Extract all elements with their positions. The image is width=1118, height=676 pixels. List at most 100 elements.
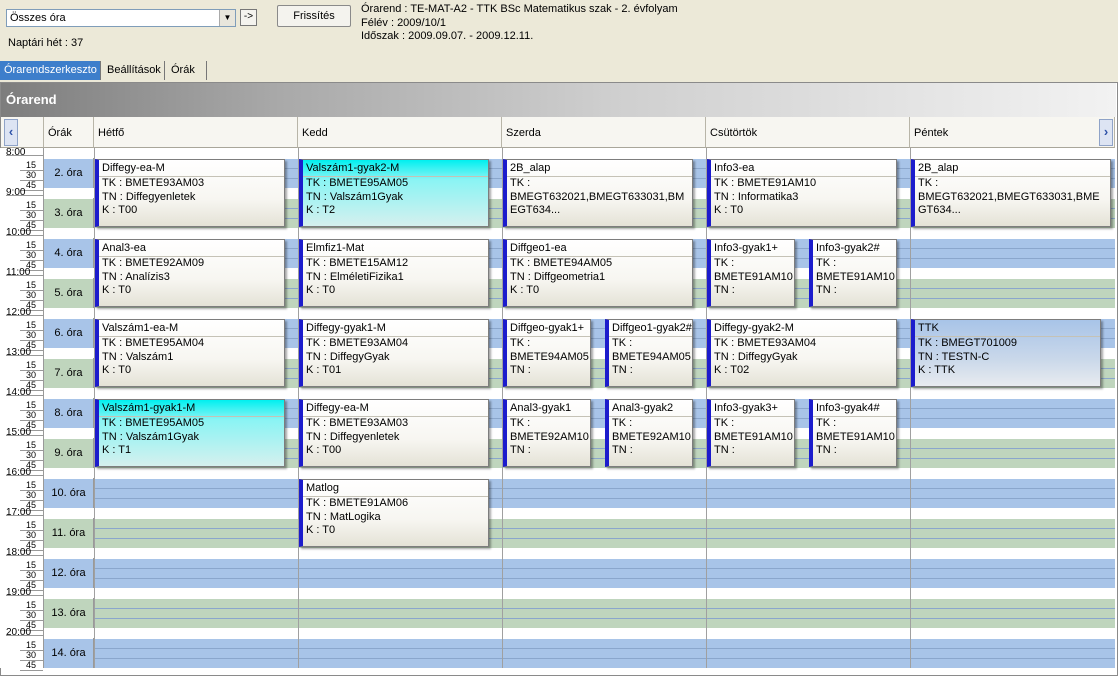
hour-tick (6, 475, 43, 476)
quarter-line (94, 658, 1115, 659)
slot-label: 8. óra (44, 398, 94, 428)
event-title: Valszám1-ea-M (99, 320, 284, 338)
event-detail: TN : Valszám1Gyak (306, 190, 403, 203)
timetable-event[interactable]: Info3-gyak4# TK : BMETE91AM10 TN : (809, 399, 897, 467)
event-title: Anal3-gyak2 (609, 400, 692, 418)
event-detail: K : T0 (102, 283, 132, 296)
event-title: Info3-ea (711, 160, 896, 178)
event-title: Info3-gyak2# (813, 240, 896, 258)
timetable-event[interactable]: Info3-gyak2# TK : BMETE91AM10 TN : (809, 239, 897, 307)
quarter-line (94, 538, 1115, 539)
tab-settings[interactable]: Beállítások (103, 61, 165, 80)
timetable-event[interactable]: Diffegy-gyak1-M TK : BMETE93AM04 TN : Diff… (299, 319, 489, 387)
header-friday: Péntek (910, 117, 1115, 148)
hour-tick (6, 635, 43, 636)
timetable-event[interactable]: Valszám1-ea-M TK : BMETE95AM04 TN : Valszá… (95, 319, 285, 387)
hour-tick (6, 235, 43, 236)
timetable-event[interactable]: TTK TK : BMEGT701009 TN : TESTN-C K : TTK (911, 319, 1101, 387)
timetable-event[interactable]: Valszám1-gyak1-M TK : BMETE95AM05 TN : Val… (95, 399, 285, 467)
timetable-event[interactable]: Anal3-gyak2 TK : BMETE92AM10 TN : (605, 399, 693, 467)
event-title: Diffegy-ea-M (99, 160, 284, 178)
slot-label: 11. óra (44, 518, 94, 548)
timetable-event[interactable]: Elmfiz1-Mat TK : BMETE15AM12 TN : Elméleti… (299, 239, 489, 307)
refresh-button[interactable]: Frissítés (277, 5, 351, 27)
event-detail: TN : (816, 443, 837, 456)
event-detail: TK : (714, 417, 735, 430)
tab-classes[interactable]: Órák (167, 61, 207, 80)
slot-label: 14. óra (44, 638, 94, 668)
event-detail: TN : (510, 363, 531, 376)
event-detail: TK : BMETE95AM05 (306, 177, 409, 190)
info-timetable: Órarend : TE-MAT-A2 - TTK BSc Matematiku… (361, 3, 678, 15)
hour-label: 10:00 (6, 227, 32, 238)
timetable-event[interactable]: Info3-gyak3+ TK : BMETE91AM10 TN : (707, 399, 795, 467)
chevron-down-icon[interactable]: ▼ (219, 10, 235, 26)
event-detail: TK : BMETE93AM03 (102, 177, 205, 190)
hour-label: 9:00 (6, 187, 26, 198)
event-title: Diffegy-gyak2-M (711, 320, 896, 338)
quarter-label: 15 (26, 200, 37, 210)
hour-label: 17:00 (6, 507, 32, 518)
event-title: Info3-gyak1+ (711, 240, 794, 258)
quarter-line (94, 498, 1115, 499)
event-detail: TK : BMETE91AM10 (714, 177, 817, 190)
event-detail: K : T0 (306, 283, 336, 296)
header-thursday: Csütörtök (706, 117, 910, 148)
quarter-label: 15 (26, 400, 37, 410)
quarter-line (94, 568, 1115, 569)
event-detail: TK : BMETE93AM03 (306, 417, 409, 430)
timetable-event[interactable]: 2B_alap TK : BMEGT632021,BMEGT633031,BMEGT… (503, 159, 693, 227)
event-detail: TN : ElméletiFizika1 (306, 270, 404, 283)
timetable-event[interactable]: Valszám1-gyak2-M TK : BMETE95AM05 TN : Val… (299, 159, 489, 227)
chevron-right-icon[interactable]: › (1099, 119, 1113, 146)
event-title: Diffegy-gyak1-M (303, 320, 488, 338)
hour-tick (6, 275, 43, 276)
quarter-label: 15 (26, 440, 37, 450)
hour-label: 18:00 (6, 547, 32, 558)
timetable-event[interactable]: 2B_alap TK : BMEGT632021,BMEGT633031,BMEGT… (911, 159, 1111, 227)
event-detail: TK : BMETE15AM12 (306, 257, 409, 270)
quarter-label: 30 (26, 370, 37, 380)
event-detail: TN : (510, 443, 531, 456)
timetable-event[interactable]: Diffegy-ea-M TK : BMETE93AM03 TN : Diffegy… (299, 399, 489, 467)
chevron-left-icon[interactable]: ‹ (4, 119, 18, 146)
hour-tick (6, 595, 43, 596)
timetable-event[interactable]: Info3-gyak1+ TK : BMETE91AM10 TN : (707, 239, 795, 307)
timetable-event[interactable]: Diffgeo-gyak1+ TK : BMETE94AM05 TN : (503, 319, 591, 387)
event-title: Matlog (303, 480, 488, 498)
event-detail: TK : BMETE92AM09 (102, 257, 205, 270)
timetable-info: Órarend : TE-MAT-A2 - TTK BSc Matematiku… (361, 3, 678, 44)
timetable-event[interactable]: Matlog TK : BMETE91AM06 TN : MatLogika K : … (299, 479, 489, 547)
quarter-label: 30 (26, 330, 37, 340)
hour-tick (6, 435, 43, 436)
timetable-event[interactable]: Diffegy-gyak2-M TK : BMETE93AM04 TN : Diff… (707, 319, 897, 387)
quarter-label: 45 (26, 660, 37, 670)
timetable-event[interactable]: Info3-ea TK : BMETE91AM10 TN : Informatika… (707, 159, 897, 227)
event-detail: K : T0 (102, 363, 132, 376)
quarter-line (94, 488, 1115, 489)
timetable-event[interactable]: Diffegy-ea-M TK : BMETE93AM03 TN : Diffegy… (95, 159, 285, 227)
hour-tick (6, 515, 43, 516)
tab-timetable-editor[interactable]: Órarendszerkeszto (0, 61, 101, 80)
event-detail: BMETE91AM10 (714, 430, 793, 443)
go-button[interactable]: -> (240, 9, 257, 26)
event-title: Info3-gyak4# (813, 400, 896, 418)
header-monday: Hétfő (94, 117, 298, 148)
event-detail: TK : BMETE93AM04 (714, 337, 817, 350)
hour-label: 19:00 (6, 587, 32, 598)
timetable-event[interactable]: Diffgeo1-gyak2# TK : BMETE94AM05 TN : (605, 319, 693, 387)
group-select-value: Összes óra (10, 12, 66, 24)
timetable-event[interactable]: Anal3-gyak1 TK : BMETE92AM10 TN : (503, 399, 591, 467)
slot-label: 13. óra (44, 598, 94, 628)
slot-label: 5. óra (44, 278, 94, 308)
event-title: Diffgeo-gyak1+ (507, 320, 590, 338)
timetable-event[interactable]: Anal3-ea TK : BMETE92AM09 TN : Analízis3 K … (95, 239, 285, 307)
event-title: TTK (915, 320, 1100, 338)
group-select[interactable]: Összes óra ▼ (6, 9, 236, 27)
event-detail: TK : (510, 417, 531, 430)
timetable-event[interactable]: Diffgeo1-ea TK : BMETE94AM05 TN : Diffgeom… (503, 239, 693, 307)
event-detail: BMETE92AM10 (612, 430, 691, 443)
event-detail: TK : BMETE95AM05 (102, 417, 205, 430)
event-detail: K : T01 (306, 363, 342, 376)
event-detail: K : T02 (714, 363, 750, 376)
